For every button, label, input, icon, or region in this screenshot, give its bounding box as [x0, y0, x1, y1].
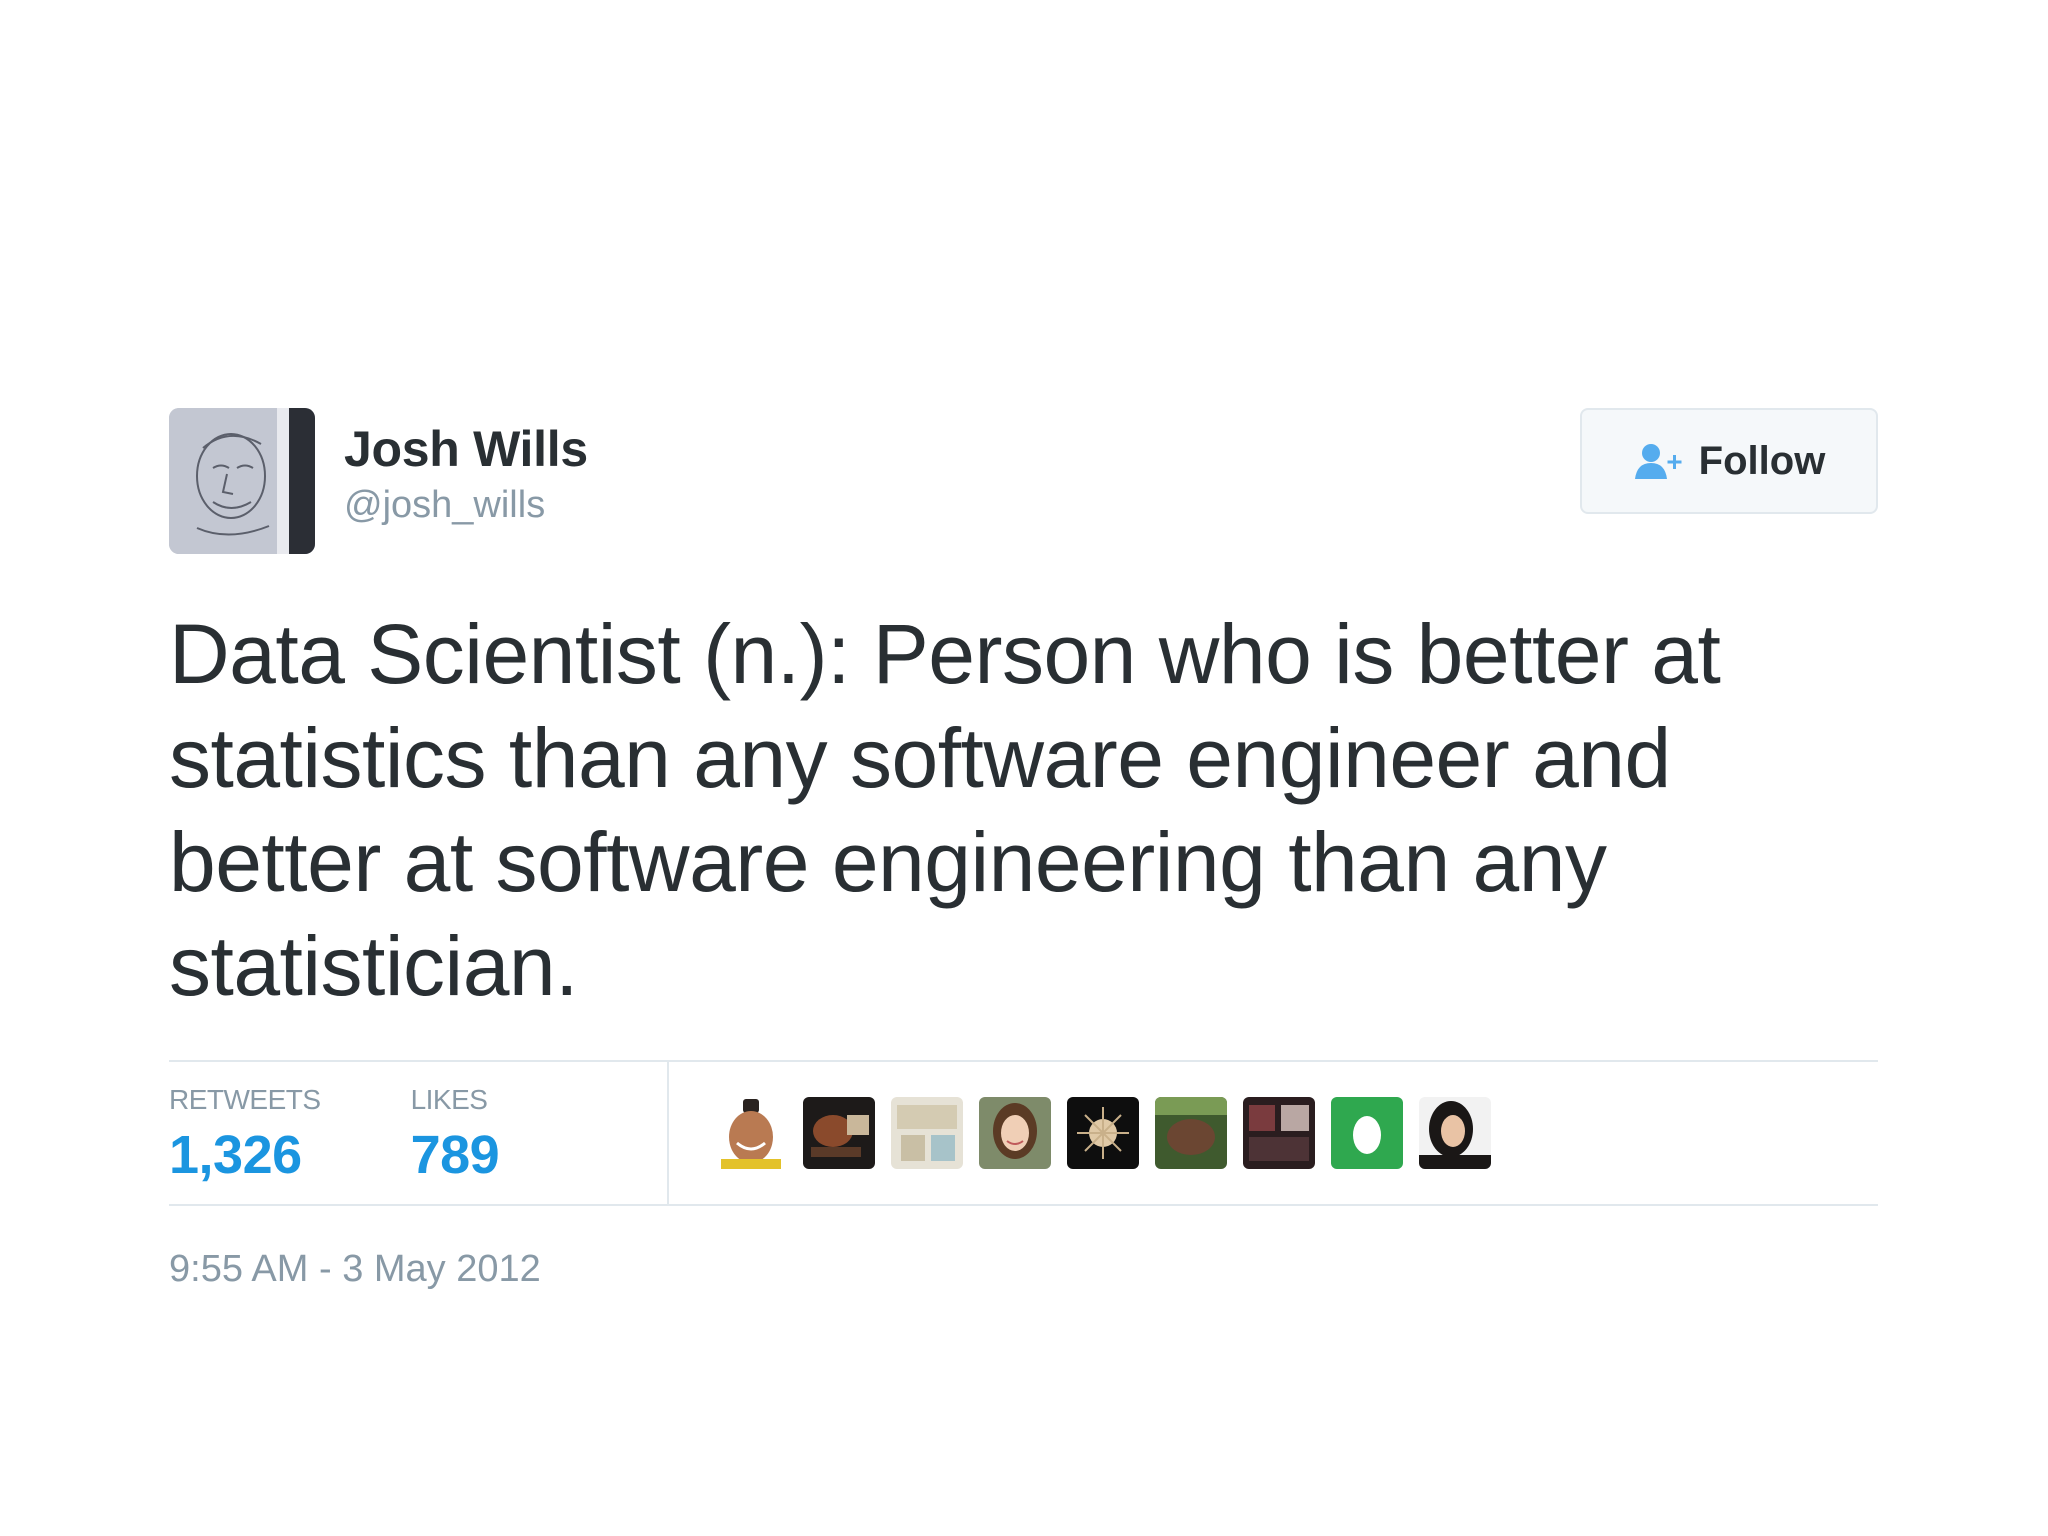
add-user-icon: [1634, 444, 1682, 479]
liker-avatar[interactable]: [979, 1097, 1051, 1169]
author-names: Josh Wills @josh_wills: [344, 422, 588, 527]
photo-thumbnail-icon: [803, 1097, 875, 1169]
woman-portrait-icon: [1419, 1097, 1491, 1169]
author-display-name[interactable]: Josh Wills: [344, 422, 588, 477]
outdoor-photo-icon: [1155, 1097, 1227, 1169]
woman-portrait-icon: [979, 1097, 1051, 1169]
tweet-timestamp[interactable]: 9:55 AM - 3 May 2012: [169, 1248, 1878, 1291]
liker-avatar[interactable]: [891, 1097, 963, 1169]
follow-button-label: Follow: [1698, 438, 1826, 483]
person-photo-icon: [715, 1097, 787, 1169]
starburst-icon: [1067, 1097, 1139, 1169]
comic-illustration-icon: [891, 1097, 963, 1169]
page: Josh Wills @josh_wills Follow Data Scien…: [0, 0, 2048, 1536]
liker-avatar[interactable]: [1067, 1097, 1139, 1169]
liker-avatar[interactable]: [715, 1097, 787, 1169]
retweets-stat[interactable]: RETWEETS 1,326: [169, 1084, 321, 1204]
tweet-text: Data Scientist (n.): Person who is bette…: [169, 607, 1721, 1013]
author-avatar[interactable]: [169, 408, 315, 554]
engagement-counts: RETWEETS 1,326 LIKES 789: [169, 1062, 669, 1204]
liker-avatar[interactable]: [803, 1097, 875, 1169]
likes-count: 789: [410, 1125, 500, 1185]
tweet-card: Josh Wills @josh_wills Follow Data Scien…: [169, 408, 1878, 1291]
retweets-label: RETWEETS: [169, 1084, 321, 1115]
follow-button[interactable]: Follow: [1580, 408, 1878, 514]
liker-avatars: [669, 1062, 1491, 1204]
tweet-header: Josh Wills @josh_wills Follow: [169, 408, 1878, 556]
liker-avatar[interactable]: [1243, 1097, 1315, 1169]
retweets-count: 1,326: [169, 1125, 302, 1185]
liker-avatar[interactable]: [1155, 1097, 1227, 1169]
liker-avatar[interactable]: [1419, 1097, 1491, 1169]
likes-stat[interactable]: LIKES 789: [411, 1084, 500, 1204]
collage-photo-icon: [1243, 1097, 1315, 1169]
liker-avatar[interactable]: [1331, 1097, 1403, 1169]
caricature-sketch-icon: [169, 408, 315, 554]
default-egg-icon: [1331, 1097, 1403, 1169]
tweet-stats: RETWEETS 1,326 LIKES 789: [169, 1060, 1878, 1206]
author-handle[interactable]: @josh_wills: [344, 484, 588, 527]
likes-label: LIKES: [410, 1084, 488, 1115]
